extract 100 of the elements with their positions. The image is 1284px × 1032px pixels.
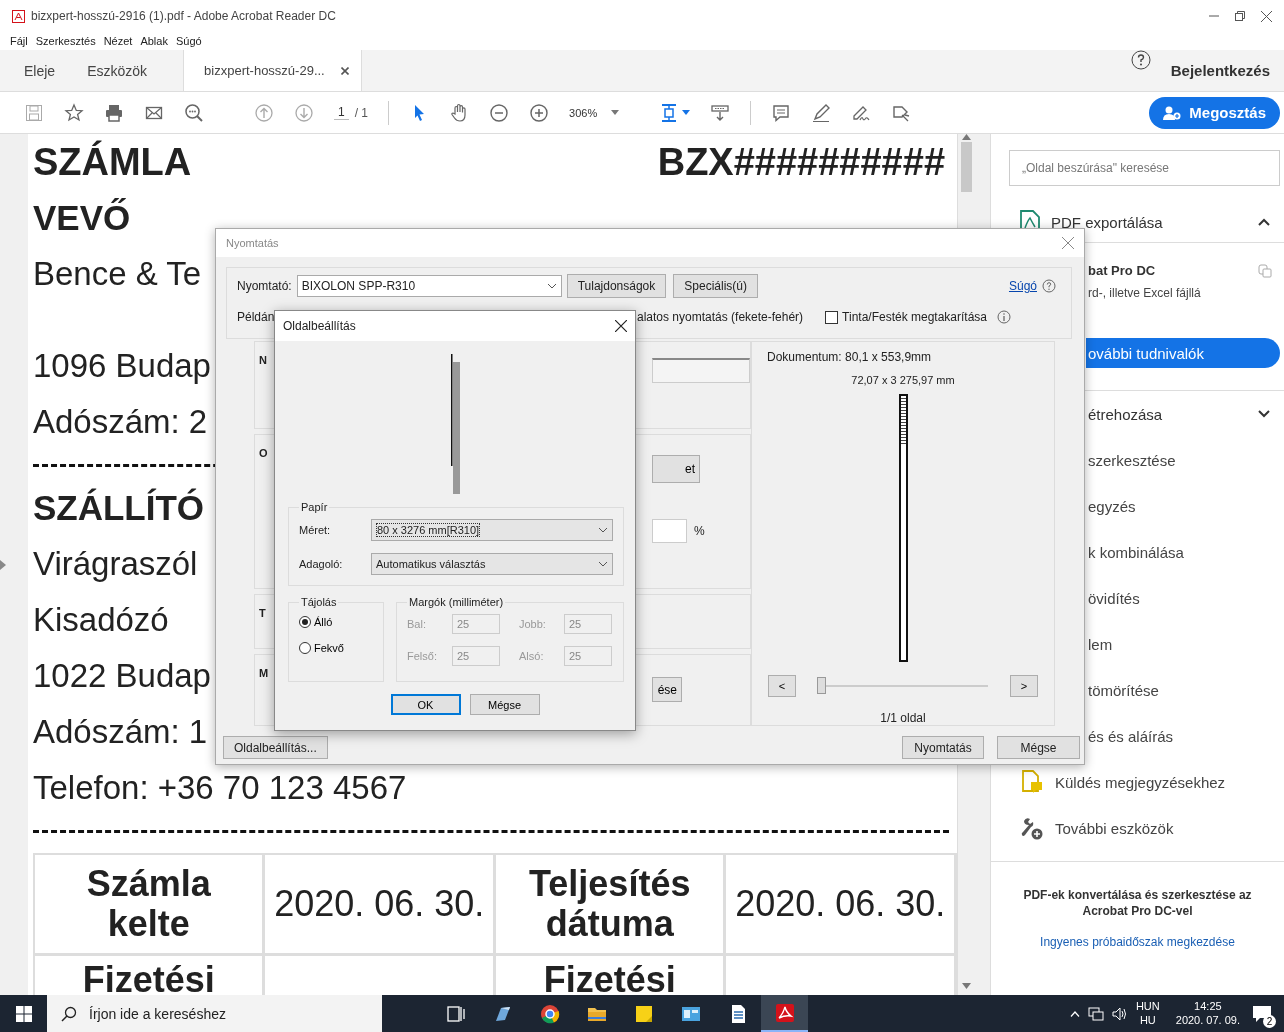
option-button[interactable]: et — [652, 455, 700, 483]
star-icon[interactable] — [64, 102, 84, 123]
radio-option[interactable]: Álló — [299, 616, 333, 628]
clock-date[interactable]: 2020. 07. 09. — [1175, 1013, 1240, 1028]
tab[interactable]: bizxpert-hosszú-29... — [183, 50, 362, 91]
acrobat-icon[interactable] — [774, 1002, 795, 1023]
tool-item[interactable]: és és aláírás — [1088, 727, 1174, 745]
text-field[interactable] — [651, 358, 750, 383]
printer-dropdown[interactable]: BIXOLON SPP-R310 — [296, 275, 562, 297]
pen-icon[interactable] — [811, 102, 832, 123]
chevron-icon[interactable] — [1258, 410, 1270, 418]
help-link[interactable]: Súgó — [1008, 279, 1037, 293]
tool-item[interactable]: További eszközök — [1055, 819, 1174, 837]
ok-button[interactable]: OK — [390, 694, 461, 715]
sign-in-link[interactable]: Bejelentkezés — [1170, 62, 1270, 79]
zoom-dropdown[interactable]: 306% — [569, 106, 640, 119]
scroll-down-icon[interactable] — [962, 983, 971, 989]
menu-item[interactable]: Nézet — [103, 35, 133, 47]
chevron-icon[interactable] — [1258, 218, 1270, 226]
promo-text: rd-, illetve Excel fájllá — [1088, 286, 1201, 300]
tool-item[interactable]: övidítés — [1088, 589, 1140, 607]
menu-item[interactable]: Súgó — [175, 35, 202, 47]
help-icon[interactable] — [1130, 50, 1151, 70]
advanced-button[interactable]: Speciális(ú) — [673, 274, 758, 298]
margin-label: Bal: — [407, 618, 427, 630]
size-label: Méret: — [299, 524, 332, 536]
close-icon[interactable] — [340, 66, 349, 75]
chevron-icon — [598, 527, 608, 533]
properties-button[interactable]: Tulajdonságok — [566, 274, 667, 298]
keyboard-layout[interactable]: HU — [1139, 1013, 1156, 1028]
table-label: Fizetési — [82, 960, 215, 995]
clock-time[interactable]: 14:25 — [1194, 999, 1222, 1014]
option-button[interactable]: ése — [652, 677, 682, 702]
invoice-number: BZX########## — [657, 140, 946, 185]
taskbar-search-field[interactable]: Írjon ide a kereséshez — [47, 995, 382, 1032]
menu-item[interactable]: Szerkesztés — [35, 35, 96, 47]
promo-footer-text: PDF-ek konvertálása és szerkesztése az Acrobat Pro DC-vel — [1022, 888, 1253, 920]
close-icon[interactable] — [615, 320, 627, 332]
comment-icon[interactable] — [771, 102, 792, 123]
tab[interactable]: Eleje — [0, 50, 72, 91]
sticky-note-icon[interactable] — [633, 1003, 654, 1024]
print-button[interactable]: Nyomtatás — [902, 736, 984, 759]
close-icon[interactable] — [1261, 10, 1272, 22]
tab[interactable]: Eszközök — [71, 50, 164, 91]
tool-item[interactable]: Küldés megjegyzésekhez — [1055, 773, 1226, 791]
scroll-mode-icon[interactable] — [710, 102, 731, 123]
radio-option[interactable]: Fekvő — [299, 642, 344, 654]
speaker-icon[interactable] — [1111, 1006, 1128, 1021]
learn-more-button[interactable]: ovábbi tudnivalók — [1086, 338, 1280, 368]
previous-page-button[interactable]: < — [768, 675, 796, 697]
group-label: Tájolás — [300, 596, 338, 608]
next-page-button[interactable]: > — [1010, 675, 1038, 697]
page-slider-thumb[interactable] — [817, 677, 827, 694]
trial-link[interactable]: Ingyenes próbaidőszak megkezdése — [1040, 935, 1235, 950]
scroll-up-icon[interactable] — [962, 134, 971, 140]
tray-caret-icon[interactable] — [1069, 1010, 1080, 1017]
search-icon[interactable] — [184, 102, 204, 123]
section-label: M — [259, 667, 270, 679]
page-number-field[interactable]: 1 — [334, 105, 349, 120]
tool-item[interactable]: tömörítése — [1088, 681, 1159, 699]
notification-icon[interactable] — [1252, 1004, 1272, 1023]
tool-item[interactable]: lem — [1088, 635, 1113, 653]
copy-icon — [1258, 263, 1272, 278]
triangle-icon[interactable] — [0, 559, 6, 570]
cancel-button[interactable]: Mégse — [997, 736, 1080, 759]
tool-item[interactable]: k kombinálása — [1088, 543, 1184, 561]
section-heading: SZÁLLÍTÓ — [32, 488, 205, 527]
menu-item[interactable]: Fájl — [10, 35, 28, 47]
zoom-in-icon[interactable] — [529, 102, 550, 123]
page-setup-button[interactable]: Oldalbeállítás... — [223, 736, 328, 759]
scale-field[interactable] — [652, 519, 687, 543]
search-field[interactable]: „Oldal beszúrása" keresése — [1009, 150, 1280, 186]
chevron-icon — [546, 283, 557, 289]
checkbox[interactable] — [825, 310, 839, 324]
scrollbar-thumb[interactable] — [961, 142, 972, 192]
tool-item[interactable]: egyzés — [1088, 497, 1136, 515]
windows-start-icon[interactable] — [15, 1005, 32, 1022]
wrench-icon[interactable] — [1021, 816, 1043, 840]
cancel-button[interactable]: Mégse — [469, 694, 540, 715]
print-icon[interactable] — [104, 102, 124, 123]
share-button[interactable]: Megosztás — [1149, 96, 1280, 129]
task-view-icon[interactable] — [445, 1003, 466, 1024]
page-indicator: 1/1 oldal — [880, 711, 926, 725]
checkbox-label[interactable]: Tinta/Festék megtakarítása — [842, 310, 988, 324]
paper-size-dropdown[interactable]: 80 x 3276 mm[R310] — [371, 519, 613, 541]
group-label: Papír — [300, 501, 329, 513]
section-heading: VEVŐ — [32, 198, 131, 237]
promo-title: bat Pro DC — [1088, 263, 1156, 278]
info-icon[interactable] — [997, 310, 1012, 324]
create-pdf-title[interactable]: étrehozása — [1088, 405, 1163, 423]
zoom-out-icon[interactable] — [489, 102, 510, 123]
export-pdf-title[interactable]: PDF exportálása — [1051, 213, 1163, 231]
caret-icon[interactable] — [682, 110, 691, 115]
menu-item[interactable]: Ablak — [140, 35, 168, 47]
paper-source-dropdown[interactable]: Automatikus választás — [371, 553, 613, 575]
browser-icon[interactable] — [539, 1003, 560, 1024]
tool-item[interactable]: szerkesztése — [1088, 451, 1176, 469]
restore-icon[interactable] — [1235, 11, 1245, 21]
network-icon[interactable] — [1087, 1006, 1104, 1021]
language-indicator[interactable]: HUN — [1135, 999, 1160, 1014]
